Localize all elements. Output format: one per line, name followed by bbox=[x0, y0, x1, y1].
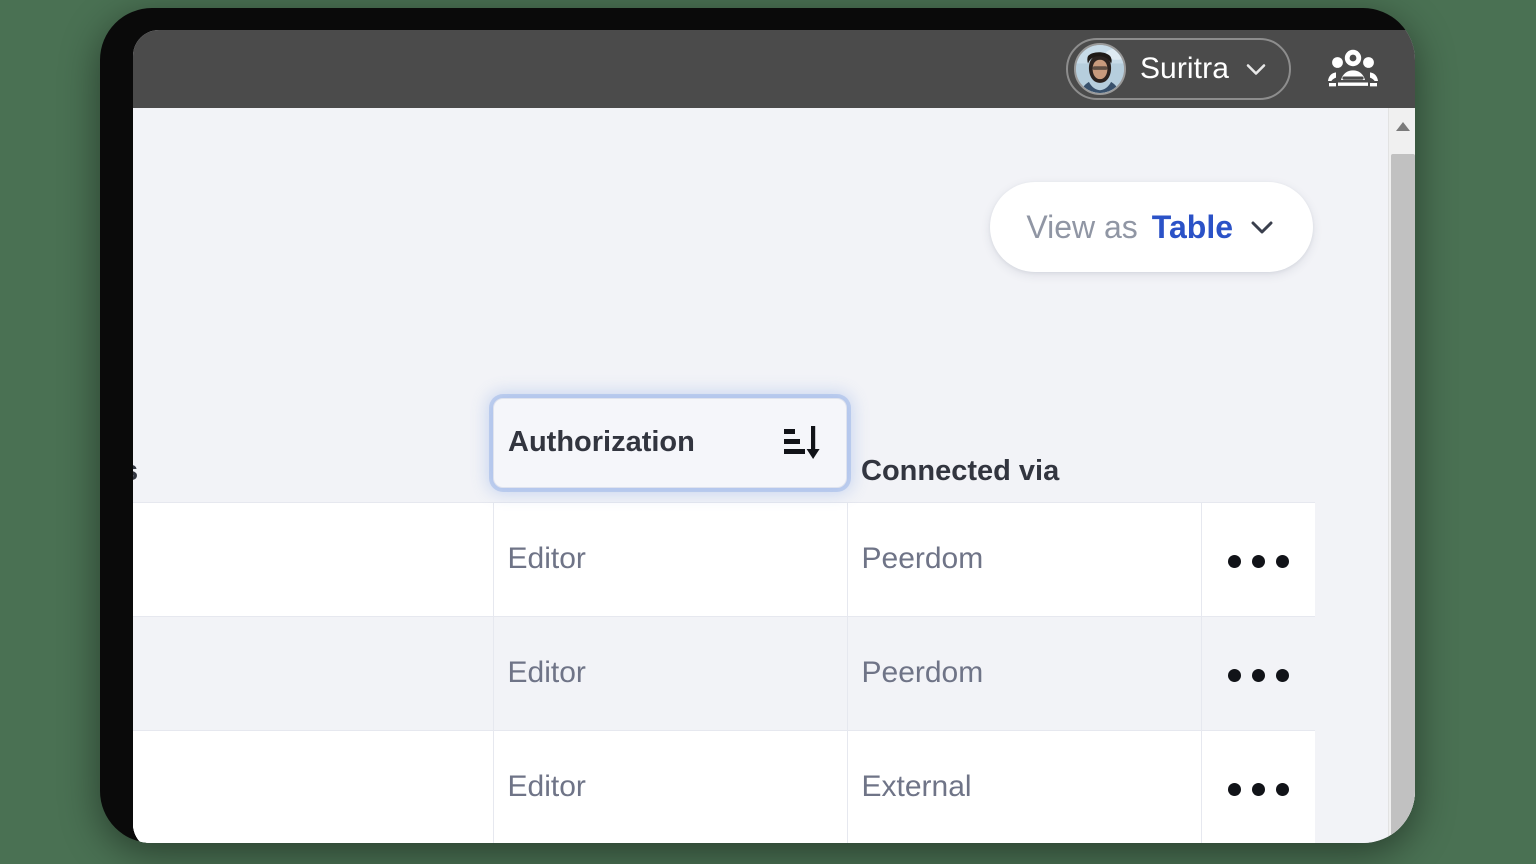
more-options-icon[interactable] bbox=[1216, 669, 1302, 682]
cell-email: corp bbox=[133, 616, 493, 730]
cell-connected-via: Peerdom bbox=[847, 616, 1201, 730]
top-bar: Suritra bbox=[133, 30, 1415, 108]
cell-connected-via: Peerdom bbox=[847, 502, 1201, 616]
view-as-label: View as bbox=[1026, 209, 1137, 246]
column-header-email[interactable]: ddress bbox=[133, 390, 493, 502]
content-area: View as Table bbox=[133, 108, 1415, 843]
chevron-down-icon bbox=[1247, 212, 1277, 242]
members-table: ddress Authorization bbox=[133, 390, 1315, 843]
view-as-row: View as Table bbox=[133, 182, 1313, 272]
cell-actions bbox=[1201, 502, 1315, 616]
chevron-down-icon bbox=[1243, 56, 1269, 82]
table-header: ddress Authorization bbox=[133, 390, 1315, 502]
account-menu-button[interactable]: Suritra bbox=[1066, 38, 1291, 100]
column-header-authorization-label: Authorization bbox=[508, 426, 695, 459]
cell-email: .corp bbox=[133, 502, 493, 616]
column-header-authorization[interactable]: Authorization bbox=[493, 390, 847, 502]
cell-connected-via: External bbox=[847, 730, 1201, 843]
column-header-email-label: ddress bbox=[133, 455, 493, 487]
table-body: .corp Editor Peerdom corp Editor Peer bbox=[133, 502, 1315, 843]
cell-actions bbox=[1201, 730, 1315, 843]
cell-actions bbox=[1201, 616, 1315, 730]
view-as-dropdown[interactable]: View as Table bbox=[990, 182, 1313, 272]
column-header-connected-via[interactable]: Connected via bbox=[847, 390, 1201, 502]
account-name: Suritra bbox=[1140, 52, 1229, 86]
sort-authorization-button[interactable]: Authorization bbox=[493, 398, 847, 488]
cell-authorization: Editor bbox=[493, 730, 847, 843]
cell-authorization: Editor bbox=[493, 502, 847, 616]
cell-authorization: Editor bbox=[493, 616, 847, 730]
device-screen: Suritra bbox=[133, 30, 1415, 843]
device-frame: Suritra bbox=[100, 8, 1415, 843]
view-as-value: Table bbox=[1152, 209, 1233, 246]
more-options-icon[interactable] bbox=[1216, 555, 1302, 568]
scrollbar-thumb[interactable] bbox=[1391, 154, 1415, 843]
stage: Suritra bbox=[0, 0, 1536, 864]
members-table-wrapper: ddress Authorization bbox=[133, 390, 1305, 843]
column-header-connected-via-label: Connected via bbox=[847, 455, 1201, 487]
more-options-icon[interactable] bbox=[1216, 783, 1302, 796]
table-row[interactable]: corp Editor Peerdom bbox=[133, 616, 1315, 730]
cell-email: m.org bbox=[133, 730, 493, 843]
sort-descending-icon bbox=[782, 422, 822, 464]
table-header-row: ddress Authorization bbox=[133, 390, 1315, 502]
vertical-scrollbar[interactable] bbox=[1388, 108, 1415, 843]
column-header-actions bbox=[1201, 390, 1315, 502]
table-row[interactable]: m.org Editor External bbox=[133, 730, 1315, 843]
avatar bbox=[1074, 43, 1126, 95]
scroll-up-button[interactable] bbox=[1389, 108, 1415, 144]
table-row[interactable]: .corp Editor Peerdom bbox=[133, 502, 1315, 616]
people-group-icon[interactable] bbox=[1325, 47, 1381, 91]
